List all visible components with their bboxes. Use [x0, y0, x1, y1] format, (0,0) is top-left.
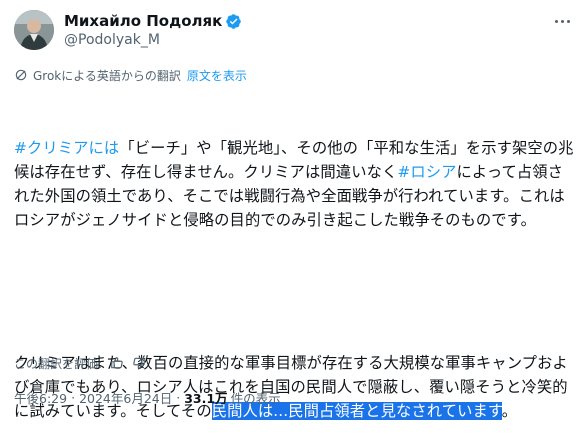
grok-icon — [15, 69, 27, 81]
tweet-time[interactable]: 午後6:29 — [14, 388, 67, 407]
meta-separator: · — [176, 389, 181, 405]
tweet-date[interactable]: 2024年6月24日 — [79, 388, 172, 407]
tweet-meta: 午後6:29 · 2024年6月24日 · 33.1万 件の表示 — [14, 387, 281, 407]
more-dot-icon — [560, 19, 564, 23]
avatar-photo — [14, 10, 54, 50]
more-dot-icon — [566, 19, 570, 23]
rate-translation: この翻訳を評価: — [14, 354, 146, 372]
translation-label: Grokによる英語からの翻訳 — [33, 68, 181, 83]
meta-separator: · — [71, 389, 76, 405]
hashtag-link[interactable]: #クリミアには — [14, 139, 119, 157]
tweet-header: Михайло Подоляк @Podolyak_M — [14, 8, 574, 52]
thumbs-up-icon[interactable] — [110, 356, 124, 370]
rate-translation-label: この翻訳を評価: — [14, 356, 103, 371]
tweet-paragraph: #クリミアには「ビーチ」や「観光地」、その他の「平和な生活」を示す架空の兆候は存… — [14, 137, 574, 233]
thumbs-down-icon[interactable] — [132, 356, 146, 370]
show-original-link[interactable]: 原文を表示 — [187, 67, 247, 84]
avatar[interactable] — [14, 10, 54, 50]
translation-bar: Grokによる英語からの翻訳 原文を表示 — [14, 66, 247, 84]
verified-badge-icon — [226, 13, 242, 29]
display-name[interactable]: Михайло Подоляк — [64, 12, 222, 30]
more-options-button[interactable] — [550, 12, 574, 30]
views-label: 件の表示 — [230, 390, 281, 406]
tweet-text-segment: 。 — [501, 401, 518, 420]
views-count[interactable]: 33.1万 — [184, 388, 227, 407]
handle[interactable]: @Podolyak_M — [64, 32, 160, 48]
hashtag-link[interactable]: #ロシア — [397, 163, 456, 181]
more-dot-icon — [554, 19, 558, 23]
